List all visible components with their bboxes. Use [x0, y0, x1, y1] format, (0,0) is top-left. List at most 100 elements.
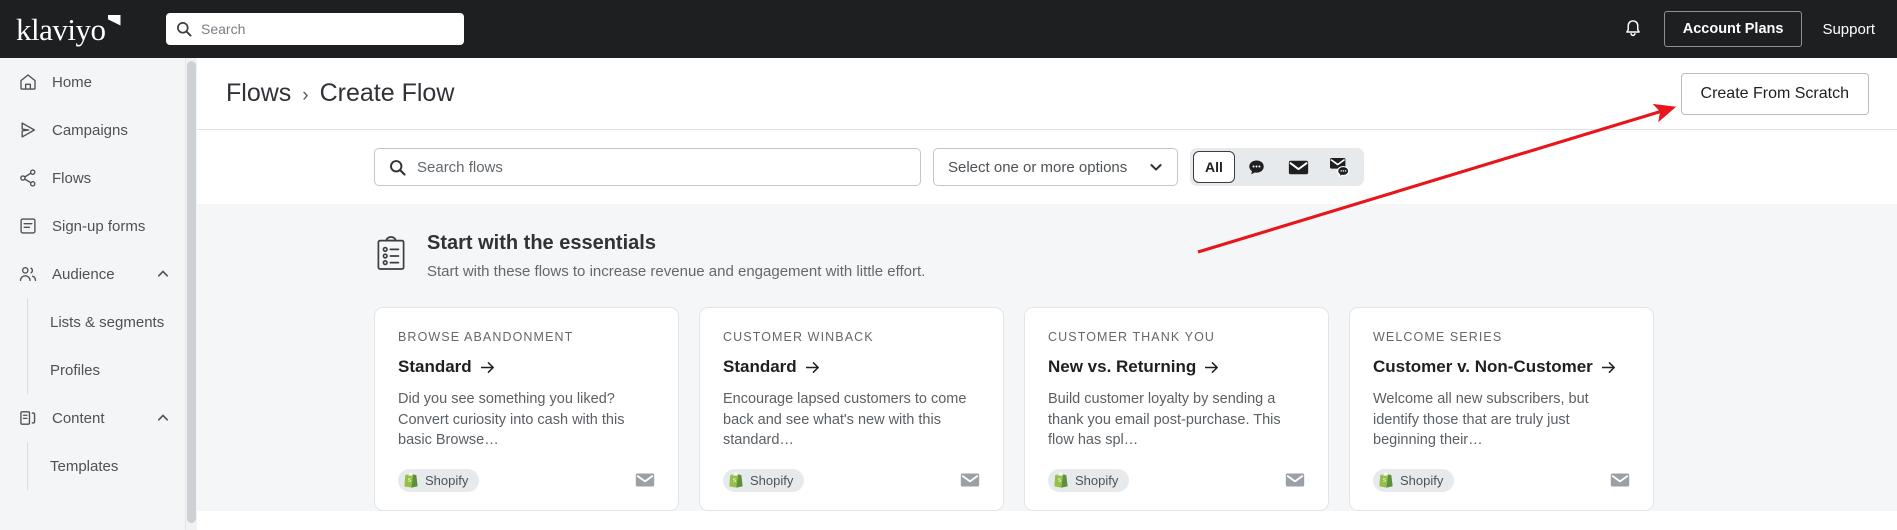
sidebar-subitem-label: Templates: [50, 457, 119, 475]
audience-people-icon: [19, 267, 37, 282]
card-footer: S Shopify: [723, 468, 980, 492]
shopify-bag-icon: S: [1054, 472, 1068, 488]
flow-template-card[interactable]: CUSTOMER WINBACK Standard Encourage laps…: [699, 307, 1004, 511]
create-from-scratch-button[interactable]: Create From Scratch: [1680, 72, 1869, 115]
card-description: Encourage lapsed customers to come back …: [723, 391, 967, 449]
klaviyo-flag-mark-icon: [107, 14, 121, 26]
integration-badge-shopify: S Shopify: [398, 468, 480, 492]
top-navigation-bar: klaviyo Search Account Plans Support: [0, 0, 1897, 58]
sidebar-item-profiles[interactable]: Profiles: [28, 346, 185, 394]
clipboard-checklist-icon: [377, 236, 405, 270]
topbar-actions: Account Plans Support: [1622, 11, 1897, 47]
shopify-bag-icon: S: [729, 472, 743, 488]
sidebar-item-flows[interactable]: Flows: [0, 154, 185, 202]
essentials-header: Start with the essentials Start with the…: [197, 232, 1897, 280]
flow-template-card[interactable]: CUSTOMER THANK YOU New vs. Returning Bui…: [1024, 307, 1329, 511]
sidebar-item-signup-forms[interactable]: Sign-up forms: [0, 202, 185, 250]
card-title: Customer v. Non-Customer: [1373, 357, 1593, 376]
shopify-bag-icon: S: [404, 472, 418, 488]
flow-template-card[interactable]: WELCOME SERIES Customer v. Non-Customer …: [1349, 307, 1654, 511]
global-search-input[interactable]: Search: [166, 13, 464, 45]
sidebar-subitems-content: Templates: [27, 442, 185, 490]
email-and-sms-icon: [1330, 158, 1350, 177]
card-footer: S Shopify: [1373, 468, 1630, 492]
global-search-placeholder: Search: [201, 21, 246, 37]
sidebar-navigation: Home Campaigns Flows Sign-up forms Audie…: [0, 58, 186, 530]
integration-label: Shopify: [750, 472, 794, 488]
card-description: Welcome all new subscribers, but identif…: [1373, 391, 1589, 449]
sidebar-item-audience[interactable]: Audience: [0, 250, 185, 298]
page-header-bar: Flows › Create Flow Create From Scratch: [197, 58, 1897, 130]
main-content-area: Flows › Create Flow Create From Scratch …: [197, 58, 1897, 530]
card-title-row: Customer v. Non-Customer: [1373, 357, 1630, 377]
sidebar-item-lists-and-segments[interactable]: Lists & segments: [28, 298, 185, 346]
integration-label: Shopify: [1075, 472, 1119, 488]
essentials-subtitle: Start with these flows to increase reven…: [427, 263, 926, 280]
channel-filter-all[interactable]: All: [1193, 151, 1235, 183]
channel-filter-segmented-control: All: [1190, 148, 1364, 186]
channel-filter-email-and-sms[interactable]: [1319, 151, 1361, 183]
search-flows-placeholder: Search flows: [417, 158, 503, 176]
filter-options-select[interactable]: Select one or more options: [933, 148, 1178, 186]
email-envelope-icon: [1610, 473, 1630, 487]
breadcrumb-flows-link[interactable]: Flows: [226, 79, 291, 108]
card-category: CUSTOMER THANK YOU: [1048, 330, 1216, 344]
email-envelope-icon: [1285, 473, 1305, 487]
search-flows-input[interactable]: Search flows: [374, 148, 921, 186]
sidebar-subitem-label: Profiles: [50, 361, 101, 379]
flow-template-card-grid: BROWSE ABANDONMENT Standard Did you see …: [197, 280, 1897, 511]
arrow-right-icon: [805, 361, 819, 373]
channel-filter-email[interactable]: [1277, 151, 1319, 183]
card-title: Standard: [398, 357, 472, 376]
channel-filter-sms[interactable]: [1235, 151, 1277, 183]
svg-text:S: S: [408, 478, 411, 484]
chevron-up-icon[interactable]: [157, 268, 169, 280]
sidebar-item-label: Audience: [52, 265, 115, 283]
home-icon: [20, 74, 36, 90]
sidebar-item-templates[interactable]: Templates: [28, 442, 185, 490]
sidebar-item-content[interactable]: Content: [0, 394, 185, 442]
card-footer: S Shopify: [398, 468, 655, 492]
campaigns-send-icon: [21, 122, 36, 138]
svg-text:S: S: [1383, 478, 1386, 484]
card-title: New vs. Returning: [1048, 357, 1197, 376]
breadcrumb-separator-icon: ›: [302, 85, 309, 106]
sidebar-subitems-audience: Lists & segments Profiles: [27, 298, 185, 394]
sidebar-item-label: Flows: [52, 169, 92, 187]
search-icon: [390, 159, 406, 176]
klaviyo-logo[interactable]: klaviyo: [16, 9, 144, 49]
notification-bell-icon[interactable]: [1622, 18, 1644, 40]
page-title: Create Flow: [319, 79, 455, 107]
sms-bubble-icon: [1248, 159, 1264, 174]
sidebar-subitem-label: Lists & segments: [50, 313, 165, 331]
essentials-title: Start with the essentials: [427, 232, 656, 254]
svg-text:S: S: [733, 478, 736, 484]
sidebar-scrollbar-thumb[interactable]: [187, 61, 196, 523]
breadcrumb: Flows › Create Flow: [226, 79, 454, 108]
sidebar-item-campaigns[interactable]: Campaigns: [0, 106, 185, 154]
sidebar-item-label: Home: [52, 73, 93, 91]
signup-forms-icon: [20, 218, 36, 234]
integration-badge-shopify: S Shopify: [1048, 468, 1130, 492]
chevron-up-icon[interactable]: [157, 412, 169, 424]
flows-filter-bar: Search flows Select one or more options …: [197, 130, 1897, 204]
card-title: Standard: [723, 357, 797, 376]
account-plans-button[interactable]: Account Plans: [1663, 11, 1803, 47]
sidebar-scrollbar-track[interactable]: [186, 58, 197, 530]
card-category: WELCOME SERIES: [1373, 330, 1503, 344]
sidebar-item-label: Campaigns: [52, 121, 128, 139]
integration-badge-shopify: S Shopify: [723, 468, 805, 492]
card-description: Build customer loyalty by sending a than…: [1048, 391, 1281, 449]
shopify-bag-icon: S: [1379, 472, 1393, 488]
card-description: Did you see something you liked? Convert…: [398, 391, 625, 449]
card-category: CUSTOMER WINBACK: [723, 330, 874, 344]
sidebar-item-home[interactable]: Home: [0, 58, 185, 106]
flow-template-card[interactable]: BROWSE ABANDONMENT Standard Did you see …: [374, 307, 679, 511]
card-title-row: Standard: [398, 357, 655, 377]
integration-label: Shopify: [425, 472, 469, 488]
klaviyo-logo-text: klaviyo: [16, 11, 106, 47]
email-envelope-icon: [1288, 160, 1308, 174]
svg-text:S: S: [1058, 478, 1061, 484]
support-link[interactable]: Support: [1822, 21, 1875, 38]
integration-label: Shopify: [1400, 472, 1444, 488]
